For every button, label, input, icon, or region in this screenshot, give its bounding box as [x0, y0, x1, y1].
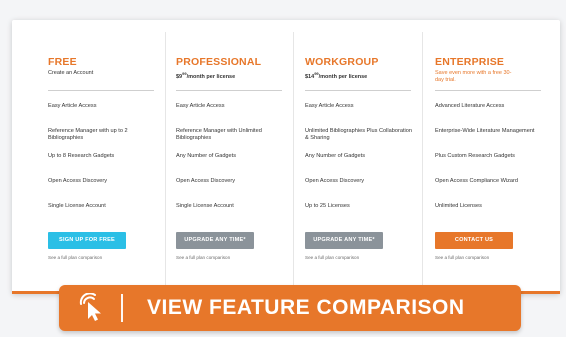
- plan-column-workgroup: WORKGROUP $1499/month per license Easy A…: [295, 32, 423, 286]
- feature-item: Easy Article Access: [176, 103, 225, 109]
- feature-item: Open Access Discovery: [176, 178, 236, 184]
- feature-item: Reference Manager with up to 2 Bibliogra…: [48, 128, 128, 141]
- feature-item: Any Number of Gadgets: [176, 153, 237, 159]
- feature-item: Easy Article Access: [305, 103, 354, 109]
- feature-item: Single License Account: [48, 203, 106, 209]
- plan-comparison-link[interactable]: See a full plan comparison: [435, 255, 553, 260]
- divider: [435, 90, 541, 91]
- plan-column-enterprise: ENTERPRISE Save even more with a free 30…: [425, 32, 553, 286]
- view-feature-comparison-button[interactable]: VIEW FEATURE COMPARISON: [59, 285, 521, 331]
- feature-item: Any Number of Gadgets: [305, 153, 366, 159]
- feature-list: Easy Article Access Reference Manager wi…: [176, 103, 293, 228]
- plan-comparison-link[interactable]: See a full plan comparison: [305, 255, 422, 260]
- upgrade-button[interactable]: UPGRADE ANY TIME*: [176, 232, 254, 249]
- upgrade-button[interactable]: UPGRADE ANY TIME*: [305, 232, 383, 249]
- separator: [121, 294, 123, 322]
- plan-name: PROFESSIONAL: [176, 56, 262, 68]
- feature-item: Reference Manager with Unlimited Bibliog…: [176, 128, 262, 141]
- banner-label: VIEW FEATURE COMPARISON: [147, 296, 465, 319]
- plan-subtitle: Save even more with a free 30-day trial.: [435, 70, 512, 83]
- plan-name: FREE: [48, 56, 77, 68]
- feature-item: Unlimited Licenses: [435, 203, 482, 209]
- divider: [305, 90, 411, 91]
- click-pointer-icon: [69, 285, 117, 331]
- plan-price: $1499/month per license: [305, 71, 368, 80]
- feature-item: Open Access Discovery: [305, 178, 365, 184]
- feature-item: Unlimited Bibliographies Plus Collaborat…: [305, 128, 412, 141]
- plan-comparison-link[interactable]: See a full plan comparison: [48, 255, 165, 260]
- plan-subtitle: Create an Account: [48, 70, 94, 76]
- sign-up-button[interactable]: SIGN UP FOR FREE: [48, 232, 126, 249]
- feature-item: Open Access Discovery: [48, 178, 108, 184]
- divider: [176, 90, 282, 91]
- plan-price: $999/month per license: [176, 71, 236, 80]
- divider: [48, 90, 154, 91]
- feature-item: Single License Account: [176, 203, 234, 209]
- pricing-card: FREE Create an Account Easy Article Acce…: [12, 20, 560, 294]
- plan-column-professional: PROFESSIONAL $999/month per license Easy…: [166, 32, 294, 286]
- plan-comparison-link[interactable]: See a full plan comparison: [176, 255, 293, 260]
- plan-column-free: FREE Create an Account Easy Article Acce…: [38, 32, 166, 286]
- contact-us-button[interactable]: CONTACT US: [435, 232, 513, 249]
- feature-item: Advanced Literature Access: [435, 103, 505, 109]
- feature-item: Easy Article Access: [48, 103, 97, 109]
- feature-list: Easy Article Access Unlimited Bibliograp…: [305, 103, 422, 228]
- feature-list: Easy Article Access Reference Manager wi…: [48, 103, 165, 228]
- plan-name: ENTERPRISE: [435, 56, 505, 68]
- feature-item: Up to 25 Licenses: [305, 203, 350, 209]
- feature-item: Enterprise-Wide Literature Management: [435, 128, 535, 134]
- feature-item: Plus Custom Research Gadgets: [435, 153, 515, 159]
- feature-list: Advanced Literature Access Enterprise-Wi…: [435, 103, 553, 228]
- feature-item: Up to 8 Research Gadgets: [48, 153, 115, 159]
- feature-item: Open Access Compliance Wizard: [435, 178, 519, 184]
- plan-name: WORKGROUP: [305, 56, 379, 68]
